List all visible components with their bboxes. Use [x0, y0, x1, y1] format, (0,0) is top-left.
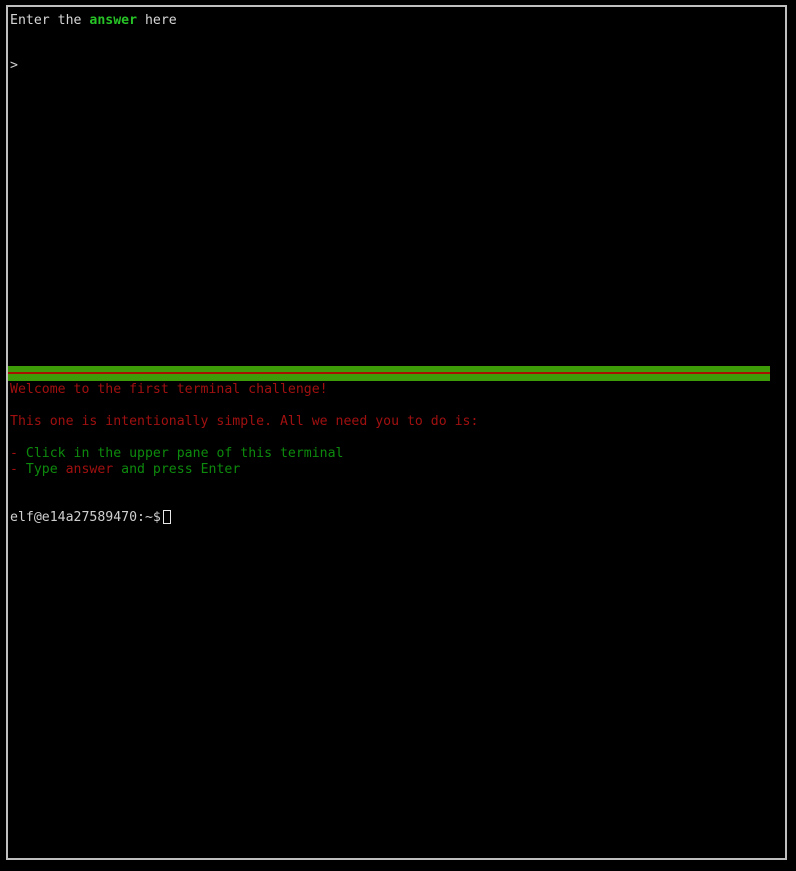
input-caret-icon: >: [10, 58, 18, 73]
intro-line: This one is intentionally simple. All we…: [10, 414, 479, 429]
bullet-click-text: Click in the upper pane of this terminal: [17, 446, 344, 461]
bullet-dash-icon: -: [10, 462, 18, 477]
bullet-type-pre: Type: [17, 462, 66, 477]
answer-instruction-line: Enter the answer here: [10, 13, 785, 29]
shell-prompt-text: elf@e14a27589470:~$: [10, 510, 161, 525]
shell-output-pane[interactable]: Welcome to the first terminal challenge!…: [8, 382, 785, 858]
answer-input-pane[interactable]: Enter the answer here >: [8, 7, 785, 364]
instruction-suffix: here: [137, 13, 177, 28]
pane-separator: [8, 366, 770, 381]
cursor-block-icon: [162, 510, 171, 524]
bullet-type-post: and press Enter: [113, 462, 241, 477]
bullet-type-line: - Type answer and press Enter: [10, 462, 785, 478]
separator-accent-line: [8, 372, 770, 374]
instruction-keyword: answer: [89, 13, 138, 28]
welcome-line: Welcome to the first terminal challenge!: [10, 382, 328, 397]
terminal-window: Enter the answer here > Welcome to the f…: [6, 5, 787, 860]
answer-entry-row[interactable]: >: [10, 45, 785, 74]
instruction-prefix: Enter the: [10, 13, 90, 28]
bullet-type-keyword: answer: [65, 462, 114, 477]
shell-prompt-row[interactable]: elf@e14a27589470:~$: [10, 510, 785, 526]
bullet-dash-icon: -: [10, 446, 18, 461]
bullet-click-line: - Click in the upper pane of this termin…: [10, 446, 785, 462]
